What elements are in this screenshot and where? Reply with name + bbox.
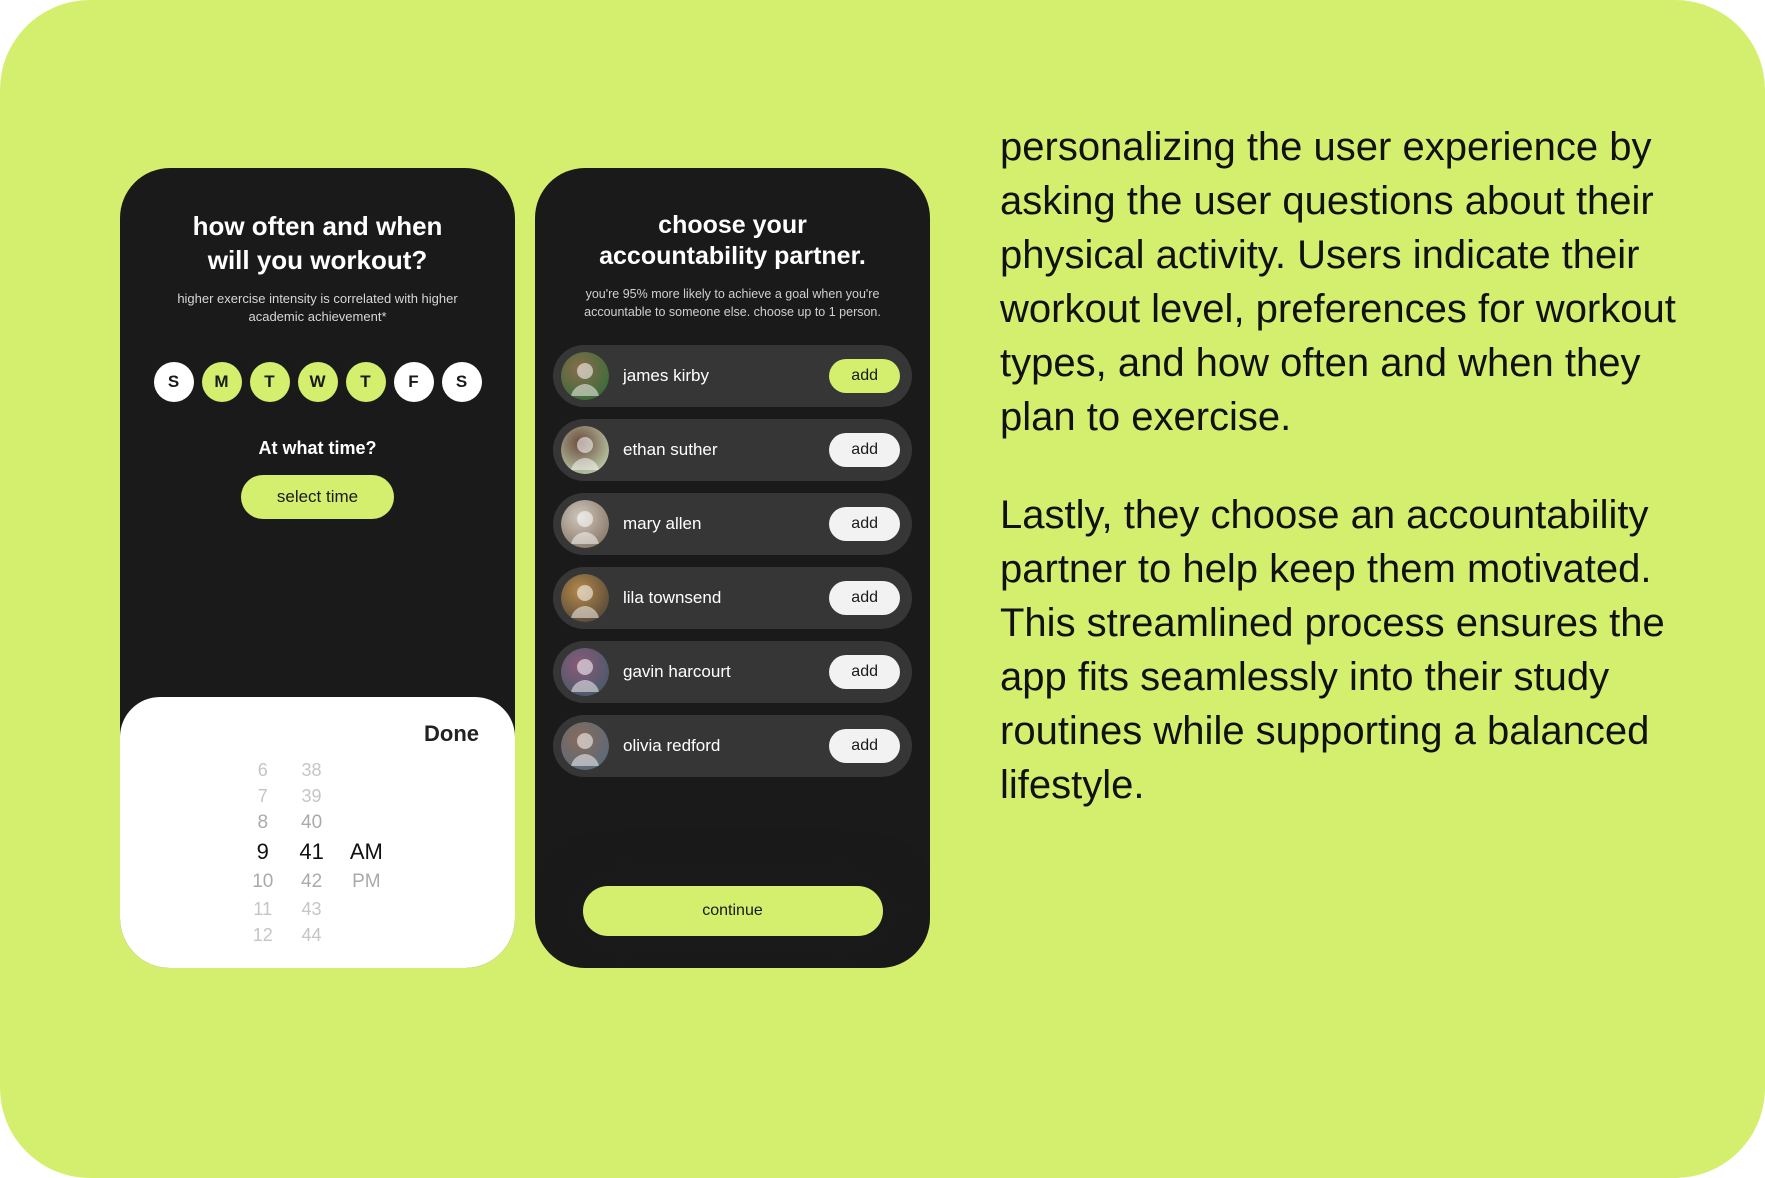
description-copy: personalizing the user experience by ask… bbox=[1000, 120, 1700, 856]
partner-name: lila townsend bbox=[623, 588, 815, 608]
partner-name: gavin harcourt bbox=[623, 662, 815, 682]
day-toggle[interactable]: W bbox=[298, 362, 338, 402]
picker-value[interactable]: 39 bbox=[299, 783, 323, 809]
picker-value[interactable]: 12 bbox=[252, 922, 273, 948]
picker-ampm-column[interactable]: AMPM bbox=[350, 757, 383, 948]
add-partner-button[interactable]: add bbox=[829, 581, 900, 615]
picker-value[interactable] bbox=[350, 922, 383, 948]
schedule-title: how often and when will you workout? bbox=[163, 210, 473, 278]
picker-value[interactable] bbox=[350, 896, 383, 922]
add-partner-button[interactable]: add bbox=[829, 433, 900, 467]
partner-list: james kirby add ethan suther add mary allen a… bbox=[535, 345, 930, 777]
day-selector-row: SMTWTFS bbox=[154, 362, 482, 402]
select-time-button[interactable]: select time bbox=[241, 475, 394, 519]
copy-paragraph: Lastly, they choose an accountability pa… bbox=[1000, 488, 1700, 812]
phone-schedule: how often and when will you workout? hig… bbox=[120, 168, 515, 968]
picker-value[interactable]: 41 bbox=[299, 836, 323, 868]
partner-name: ethan suther bbox=[623, 440, 815, 460]
picker-value[interactable]: AM bbox=[350, 836, 383, 868]
picker-value[interactable]: 38 bbox=[299, 757, 323, 783]
avatar bbox=[561, 426, 609, 474]
picker-value[interactable]: 43 bbox=[299, 896, 323, 922]
add-partner-button[interactable]: add bbox=[829, 729, 900, 763]
showcase-frame: how often and when will you workout? hig… bbox=[0, 0, 1765, 1178]
title-line: how often and when bbox=[193, 211, 443, 241]
schedule-subtext: higher exercise intensity is correlated … bbox=[120, 290, 515, 326]
day-toggle[interactable]: T bbox=[346, 362, 386, 402]
picker-value[interactable] bbox=[350, 757, 383, 783]
avatar bbox=[561, 574, 609, 622]
partner-row: james kirby add bbox=[553, 345, 912, 407]
picker-value[interactable]: PM bbox=[350, 868, 383, 896]
day-toggle[interactable]: S bbox=[154, 362, 194, 402]
partner-row: ethan suther add bbox=[553, 419, 912, 481]
picker-value[interactable]: 9 bbox=[252, 836, 273, 868]
phone-partner: choose your accountability partner. you'… bbox=[535, 168, 930, 968]
partner-title: choose your accountability partner. bbox=[571, 210, 894, 273]
avatar bbox=[561, 500, 609, 548]
add-partner-button[interactable]: add bbox=[829, 655, 900, 689]
picker-value[interactable]: 40 bbox=[299, 809, 323, 837]
picker-value[interactable]: 11 bbox=[252, 896, 273, 922]
avatar bbox=[561, 722, 609, 770]
avatar bbox=[561, 648, 609, 696]
partner-row: gavin harcourt add bbox=[553, 641, 912, 703]
day-toggle[interactable]: F bbox=[394, 362, 434, 402]
title-line: accountability partner. bbox=[599, 242, 866, 270]
title-line: choose your bbox=[658, 211, 807, 239]
day-toggle[interactable]: M bbox=[202, 362, 242, 402]
picker-value[interactable] bbox=[350, 783, 383, 809]
picker-value[interactable]: 42 bbox=[299, 868, 323, 896]
time-picker-drawer: Done 6789101112 38394041424344 AMPM bbox=[120, 697, 515, 968]
partner-name: james kirby bbox=[623, 366, 815, 386]
picker-value[interactable]: 7 bbox=[252, 783, 273, 809]
avatar bbox=[561, 352, 609, 400]
picker-hours-column[interactable]: 6789101112 bbox=[252, 757, 273, 948]
partner-row: mary allen add bbox=[553, 493, 912, 555]
phone-mockups: how often and when will you workout? hig… bbox=[120, 168, 930, 968]
picker-done-button[interactable]: Done bbox=[120, 715, 515, 757]
add-partner-button[interactable]: add bbox=[829, 507, 900, 541]
partner-row: olivia redford add bbox=[553, 715, 912, 777]
copy-paragraph: personalizing the user experience by ask… bbox=[1000, 120, 1700, 444]
picker-columns[interactable]: 6789101112 38394041424344 AMPM bbox=[120, 757, 515, 948]
picker-value[interactable]: 6 bbox=[252, 757, 273, 783]
day-toggle[interactable]: T bbox=[250, 362, 290, 402]
partner-row: lila townsend add bbox=[553, 567, 912, 629]
add-partner-button[interactable]: add bbox=[829, 359, 900, 393]
partner-name: olivia redford bbox=[623, 736, 815, 756]
partner-subtext: you're 95% more likely to achieve a goal… bbox=[535, 285, 930, 321]
continue-button[interactable]: continue bbox=[583, 886, 883, 936]
picker-value[interactable]: 10 bbox=[252, 868, 273, 896]
day-toggle[interactable]: S bbox=[442, 362, 482, 402]
picker-value[interactable]: 8 bbox=[252, 809, 273, 837]
picker-minutes-column[interactable]: 38394041424344 bbox=[299, 757, 323, 948]
title-line: will you workout? bbox=[208, 245, 428, 275]
picker-value[interactable]: 44 bbox=[299, 922, 323, 948]
time-question: At what time? bbox=[258, 438, 376, 459]
partner-name: mary allen bbox=[623, 514, 815, 534]
picker-value[interactable] bbox=[350, 809, 383, 837]
